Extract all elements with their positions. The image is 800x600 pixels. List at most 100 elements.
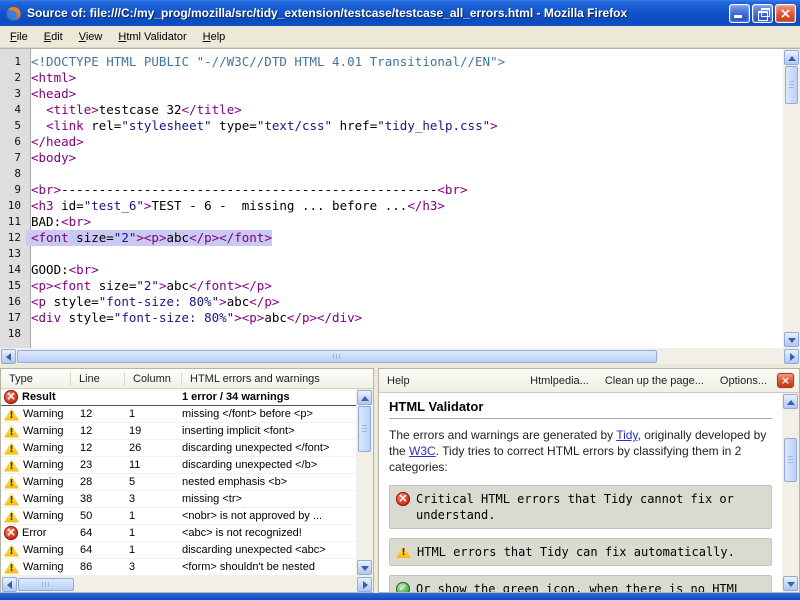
line-number: 14 [0, 262, 26, 278]
source-line-4: 4 <title>testcase 32</title> [0, 102, 783, 118]
menu-item-help[interactable]: Help [195, 28, 234, 46]
line-number: 6 [0, 134, 26, 150]
issues-list: Result1 error / 34 warningsWarning121mis… [1, 389, 356, 576]
column-header-type[interactable]: Type [1, 372, 71, 386]
source-line-9: 9<br>-----------------------------------… [0, 182, 783, 198]
source-line-8: 8 [0, 166, 783, 182]
help-category-box: HTML errors that Tidy can fix automatica… [389, 538, 772, 566]
scroll-thumb[interactable] [358, 406, 371, 452]
issue-row[interactable]: Warning383missing <tr> [1, 491, 356, 508]
source-line-16: 16<p style="font-size: 80%">abc</p> [0, 294, 783, 310]
column-header-line[interactable]: Line [71, 372, 125, 386]
issue-row[interactable]: Warning501<nobr> is not approved by ... [1, 508, 356, 525]
line-number: 13 [0, 246, 26, 262]
error-icon [396, 492, 410, 506]
warning-icon [4, 425, 19, 438]
help-content: HTML Validator The errors and warnings a… [379, 393, 782, 592]
line-number: 16 [0, 294, 26, 310]
help-actions: Htmlpedia... Clean up the page... Options.… [530, 375, 767, 387]
source-vertical-scrollbar[interactable] [783, 49, 800, 348]
warning-icon [4, 442, 19, 455]
validator-help-panel: Help Htmlpedia...Clean up the page...Opt… [378, 368, 800, 593]
source-code[interactable]: 1<!DOCTYPE HTML PUBLIC "-//W3C//DTD HTML… [0, 49, 783, 348]
source-horizontal-scrollbar[interactable] [0, 348, 800, 364]
help-title: HTML Validator [389, 399, 772, 419]
line-number: 10 [0, 198, 26, 214]
menu-item-html-validator[interactable]: Html Validator [110, 28, 194, 46]
menu-item-file[interactable]: File [2, 28, 36, 46]
error-icon [4, 526, 18, 540]
issue-row[interactable]: Warning641discarding unexpected <abc> [1, 542, 356, 559]
column-header-column[interactable]: Column [125, 372, 182, 386]
line-number: 18 [0, 326, 26, 342]
help-action-htmlpedia[interactable]: Htmlpedia... [530, 375, 589, 387]
issues-horizontal-scrollbar[interactable] [1, 576, 373, 592]
menu-item-edit[interactable]: Edit [36, 28, 71, 46]
source-line-14: 14GOOD:<br> [0, 262, 783, 278]
warning-icon [396, 545, 411, 558]
issue-row[interactable]: Warning121missing </font> before <p> [1, 406, 356, 423]
line-number: 5 [0, 118, 26, 134]
restore-button[interactable] [752, 4, 773, 23]
scroll-down-button[interactable] [783, 576, 798, 591]
source-line-17: 17<div style="font-size: 80%"><p>abc</p>… [0, 310, 783, 326]
source-line-6: 6</head> [0, 134, 783, 150]
firefox-view-source-window: Source of: file:///C:/my_prog/mozilla/sr… [0, 0, 800, 600]
issue-row[interactable]: Warning2311discarding unexpected </b> [1, 457, 356, 474]
link-tidy[interactable]: Tidy [616, 428, 637, 442]
scroll-right-button[interactable] [784, 349, 799, 364]
source-line-18: 18 [0, 326, 783, 342]
scroll-right-button[interactable] [357, 577, 372, 592]
issue-row[interactable]: Error641<abc> is not recognized! [1, 525, 356, 542]
scroll-up-button[interactable] [784, 50, 799, 65]
help-category-box: Or show the green icon, when there is no… [389, 575, 772, 592]
minimize-button[interactable] [729, 4, 750, 23]
issues-vertical-scrollbar[interactable] [356, 389, 373, 576]
line-number: 11 [0, 214, 26, 230]
help-description: The errors and warnings are generated by… [389, 427, 772, 475]
warning-icon [4, 510, 19, 523]
line-number: 7 [0, 150, 26, 166]
scroll-left-button[interactable] [1, 349, 16, 364]
issue-row[interactable]: Warning285nested emphasis <b> [1, 474, 356, 491]
help-vertical-scrollbar[interactable] [782, 393, 799, 592]
help-close-button[interactable] [777, 373, 794, 388]
scroll-down-button[interactable] [357, 560, 372, 575]
issue-row[interactable]: Warning863<form> shouldn't be nested [1, 559, 356, 576]
help-category-box: Critical HTML errors that Tidy cannot fi… [389, 485, 772, 529]
source-line-2: 2<html> [0, 70, 783, 86]
warning-icon [4, 459, 19, 472]
scroll-down-button[interactable] [784, 332, 799, 347]
warning-icon [4, 408, 19, 421]
help-action-options[interactable]: Options... [720, 375, 767, 387]
column-header-message[interactable]: HTML errors and warnings [182, 372, 373, 386]
issue-row[interactable]: Warning1219inserting implicit <font> [1, 423, 356, 440]
link-w3c[interactable]: W3C [409, 444, 436, 458]
close-button[interactable] [775, 4, 796, 23]
title-bar: Source of: file:///C:/my_prog/mozilla/sr… [0, 0, 800, 26]
scroll-up-button[interactable] [357, 390, 372, 405]
warning-icon [4, 493, 19, 506]
source-line-11: 11BAD:<br> [0, 214, 783, 230]
ok-icon [396, 582, 410, 592]
scroll-left-button[interactable] [2, 577, 17, 592]
window-title: Source of: file:///C:/my_prog/mozilla/sr… [27, 6, 729, 20]
menubar: FileEditViewHtml ValidatorHelp [0, 26, 800, 48]
scroll-up-button[interactable] [783, 394, 798, 409]
line-number: 1 [0, 54, 26, 70]
warning-icon [4, 476, 19, 489]
source-line-5: 5 <link rel="stylesheet" type="text/css"… [0, 118, 783, 134]
menu-item-view[interactable]: View [71, 28, 111, 46]
source-line-1: 1<!DOCTYPE HTML PUBLIC "-//W3C//DTD HTML… [0, 54, 783, 70]
source-line-7: 7<body> [0, 150, 783, 166]
scroll-thumb[interactable] [18, 578, 74, 591]
help-action-clean-up-the-page[interactable]: Clean up the page... [605, 375, 704, 387]
window-bottom-border [0, 593, 800, 600]
scroll-thumb[interactable] [785, 66, 798, 104]
issue-row[interactable]: Result1 error / 34 warnings [1, 389, 356, 406]
scroll-thumb[interactable] [17, 350, 657, 363]
scroll-thumb[interactable] [784, 438, 797, 482]
source-line-15: 15<p><font size="2">abc</font></p> [0, 278, 783, 294]
line-number: 17 [0, 310, 26, 326]
issue-row[interactable]: Warning1226discarding unexpected </font> [1, 440, 356, 457]
